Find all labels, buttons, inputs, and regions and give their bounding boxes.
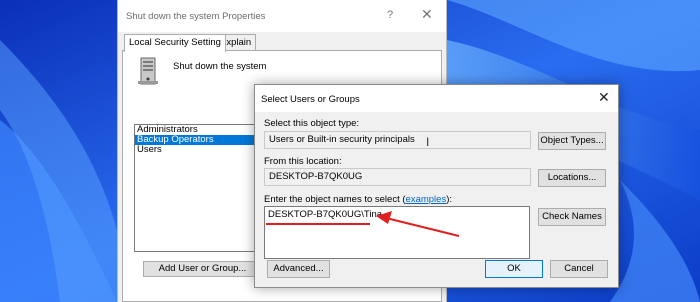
- dialog-titlebar: Select Users or Groups ✕: [255, 85, 618, 112]
- group-list[interactable]: Administrators Backup Operators Users: [134, 124, 270, 252]
- cancel-button[interactable]: Cancel: [550, 260, 608, 278]
- close-icon[interactable]: ✕: [598, 89, 610, 106]
- select-users-dialog: Select Users or Groups ✕ Select this obj…: [254, 84, 619, 288]
- text-cursor-icon: I: [426, 135, 430, 149]
- properties-titlebar: Shut down the system Properties ? ✕: [118, 0, 446, 32]
- list-item[interactable]: Users: [135, 145, 269, 155]
- location-label: From this location:: [264, 156, 342, 167]
- server-tower-icon: [138, 57, 158, 85]
- locations-button[interactable]: Locations...: [538, 169, 606, 187]
- object-type-field: Users or Built-in security principals: [264, 131, 531, 149]
- dialog-title: Select Users or Groups: [261, 94, 360, 105]
- location-field: DESKTOP-B7QK0UG: [264, 168, 531, 186]
- object-names-input[interactable]: DESKTOP-B7QK0UG\Tina: [264, 206, 530, 259]
- object-type-label: Select this object type:: [264, 118, 360, 129]
- add-user-or-group-button[interactable]: Add User or Group...: [143, 261, 262, 277]
- object-names-label: Enter the object names to select (exampl…: [264, 194, 453, 205]
- help-icon[interactable]: ?: [387, 9, 393, 21]
- check-names-button[interactable]: Check Names: [538, 208, 606, 226]
- object-types-button[interactable]: Object Types...: [538, 132, 606, 150]
- policy-name: Shut down the system: [173, 61, 267, 72]
- examples-link[interactable]: examples: [406, 194, 447, 205]
- tab-local-security-setting[interactable]: Local Security Setting: [124, 34, 226, 52]
- advanced-button[interactable]: Advanced...: [267, 260, 330, 278]
- close-icon[interactable]: ✕: [421, 6, 433, 23]
- ok-button[interactable]: OK: [485, 260, 543, 278]
- properties-title: Shut down the system Properties: [126, 11, 266, 22]
